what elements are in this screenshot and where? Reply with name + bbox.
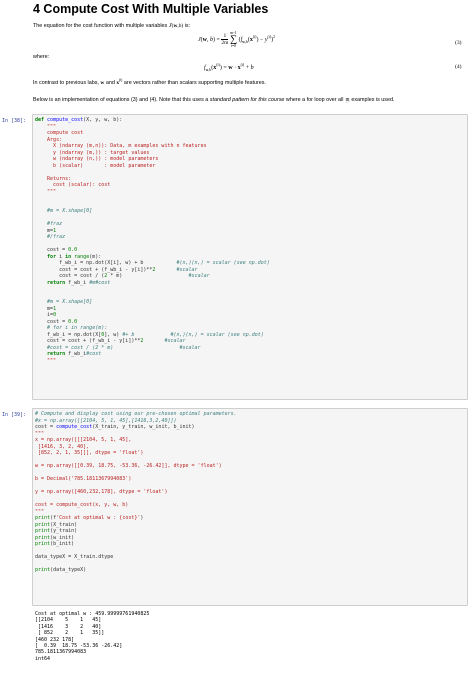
code-38-line: w (ndarray (n,)) : model parameters xyxy=(35,156,159,162)
intro-is: is: xyxy=(184,23,191,29)
code-38-line: cost = cost + (f_wb_i - y[i])**2 #scalar xyxy=(35,338,186,344)
code-39-line: b = Decimal('785.1811367994083') xyxy=(35,476,132,482)
code-38-line: f_wb_i = np.dot(X[0], w) #+ b #(n,)(n,) … xyxy=(35,331,264,338)
below-code: m xyxy=(344,98,350,103)
code-38-line: m=1 xyxy=(35,227,57,234)
code-38-line: for i in range(m): xyxy=(47,253,102,260)
code-39-line: print(X_train) xyxy=(35,521,78,528)
cell-38-prompt: In [38]: xyxy=(2,118,27,124)
code-39-line: [1416, 3, 2, 40], xyxy=(35,443,90,450)
output-line: [[2104 5 1 45] xyxy=(35,617,102,624)
contrast-w: w xyxy=(100,79,105,86)
below-mid: where a for loop over all xyxy=(285,97,344,103)
code-38-line: return f_wb_i#cost xyxy=(47,351,102,357)
code-38-line: """ xyxy=(35,357,57,364)
contrast-and: and xyxy=(105,79,115,86)
code-39-line: """ xyxy=(35,430,45,437)
code-38-line: Returns: xyxy=(35,175,72,182)
code-38-line: cost = cost + (f_wb_i - y[i])**2 #scalar xyxy=(35,266,198,273)
code-38-line: i=0 xyxy=(35,312,57,318)
code-38-line: Args: xyxy=(35,136,63,143)
output-line: [460 232 178] xyxy=(35,636,75,643)
equation-4-number: (4) xyxy=(455,64,462,70)
code-38-line: #m = X.shape[0] xyxy=(35,208,93,214)
code-38-line: #cost = cost / (2 * m) #scalar xyxy=(35,344,201,351)
code-38-line: def compute_cost(X, y, w, b): xyxy=(35,117,123,123)
code-38-line: cost = 0.0 xyxy=(35,318,78,325)
contrast-sup: (i) xyxy=(119,78,123,82)
code-39-line: print(w_init) xyxy=(35,534,75,541)
equation-3: J(w, b) = 1 2m m-1 ∑ i=0 (fw,b(x(i)) − y(… xyxy=(198,30,276,48)
where-label: where: xyxy=(33,54,50,60)
cell-39-output: Cost at optimal w : 459.99999761940825 [… xyxy=(35,611,149,662)
below-post: examples is used. xyxy=(351,97,395,103)
code-38-line: #/fraz xyxy=(35,234,66,240)
section-heading: 4 Compute Cost With Multiple Variables xyxy=(33,2,269,16)
contrast-post: are vectors rather than scalars supporti… xyxy=(123,79,266,86)
output-line: Cost at optimal w : 459.99999761940825 xyxy=(35,611,150,617)
code-39-line: print(f'Cost at optimal w : {cost}') xyxy=(35,515,144,521)
code-38-line: return f_wb_i #m#cost xyxy=(47,279,111,286)
code-38-line: """ xyxy=(35,123,57,130)
equation-4: fw,b(x(i)) = w · x(i) + b xyxy=(204,63,254,73)
cell-39-prompt: In [39]: xyxy=(2,412,27,418)
code-38-line: X (ndarray (m,n)): Data, m examples with… xyxy=(35,143,207,149)
code-39-line: cost = compute_cost(X_train, y_train, w_… xyxy=(35,424,195,430)
equation-3-number: (3) xyxy=(455,40,462,46)
code-39-line: data_typeX = X_train.dtype xyxy=(35,554,114,560)
contrast-pre: In contrast to previous labs, xyxy=(33,79,99,86)
code-38-line: compute cost xyxy=(35,130,84,136)
code-38-line: """ xyxy=(35,188,57,195)
code-39-line: w = np.array([[0.39, 18.75, -53.36, -26.… xyxy=(35,463,222,469)
code-cell-39-source[interactable]: # Compute and display cost using our pre… xyxy=(35,411,237,574)
code-39-line: print(data_typeX) xyxy=(35,567,87,573)
eq3-frac-num: 1 xyxy=(221,33,229,40)
code-39-line: print(b_init) xyxy=(35,541,75,547)
code-39-line: y = np.array([460,232,178], dtype = 'flo… xyxy=(35,489,168,495)
code-38-line: #m = X.shape[0] xyxy=(35,299,93,305)
output-line: [ 0.39 18.75 -53.36 -26.42] xyxy=(35,643,123,650)
code-38-line: f_wb_i = np.dot(X[i], w) + b #(n,)(n,) =… xyxy=(35,260,270,266)
code-38-line: m=1 xyxy=(35,305,57,312)
eq3-sum-bottom: i=0 xyxy=(230,43,237,48)
output-line: [1416 3 2 40] xyxy=(35,623,102,630)
code-38-line: #fraz xyxy=(35,221,63,227)
below-italic: standard pattern for this course xyxy=(209,97,285,103)
intro-paragraph: The equation for the cost function with … xyxy=(33,22,191,29)
code-39-line: #x = np.array([[2104, 5, 1, 45],[1416,3,… xyxy=(35,417,177,424)
intro-text: The equation for the cost function with … xyxy=(33,23,168,29)
code-39-line: """ xyxy=(35,508,45,515)
code-39-line: x = np.array([[[2104, 5, 1, 45], xyxy=(35,437,132,443)
code-cell-38-source[interactable]: def compute_cost(X, y, w, b): """ comput… xyxy=(35,117,270,364)
code-39-line: [852, 2, 1, 35]]], dtype = 'float') xyxy=(35,450,144,456)
code-39-line: print(y_train) xyxy=(35,528,78,534)
eq3-frac-den: 2m xyxy=(221,40,229,46)
output-line: [ 852 2 1 35]] xyxy=(35,630,105,637)
code-39-line: # Compute and display cost using our pre… xyxy=(35,411,237,417)
code-38-line: cost (scalar): cost xyxy=(35,182,111,188)
code-39-line: cost = compute_cost(x, y, w, b) xyxy=(35,502,129,508)
code-38-line: # for i in range(m): xyxy=(35,325,108,331)
code-38-line: cost = cost / (2 * m) #scalar xyxy=(35,273,210,279)
code-38-line: cost = 0.0 xyxy=(35,247,78,253)
code-38-line: b (scalar) : model parameter xyxy=(35,162,156,169)
contrast-paragraph: In contrast to previous labs, w and x(i)… xyxy=(33,77,469,87)
output-line: int64 xyxy=(35,655,51,662)
output-line: 785.1811367994083 xyxy=(35,649,87,656)
below-pre: Below is an implementation of equations … xyxy=(33,97,209,103)
implementation-paragraph: Below is an implementation of equations … xyxy=(33,97,469,104)
code-38-line: y (ndarray (m,)) : target values xyxy=(35,149,150,156)
